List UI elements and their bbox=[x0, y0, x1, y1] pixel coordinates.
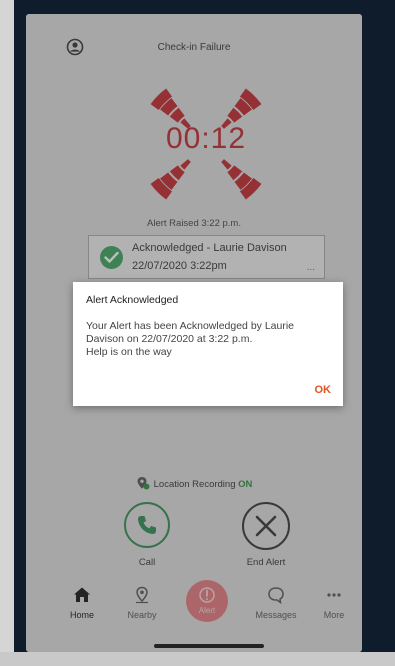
dialog-message-line: Help is on the way bbox=[86, 346, 172, 358]
phone-screen: Check-in Failure 00:12 Alert Raised 3:22… bbox=[26, 14, 362, 652]
dialog-message: Your Alert has been Acknowledged by Laur… bbox=[86, 320, 336, 359]
background-bottom bbox=[0, 652, 395, 666]
ok-button[interactable]: OK bbox=[315, 384, 332, 396]
dialog-message-line: Davison on 22/07/2020 at 3:22 p.m. bbox=[86, 333, 253, 345]
background-edge bbox=[0, 0, 14, 666]
alert-acknowledged-dialog: Alert Acknowledged Your Alert has been A… bbox=[73, 282, 343, 406]
dialog-title: Alert Acknowledged bbox=[86, 294, 179, 306]
dialog-message-line: Your Alert has been Acknowledged by Laur… bbox=[86, 320, 295, 332]
